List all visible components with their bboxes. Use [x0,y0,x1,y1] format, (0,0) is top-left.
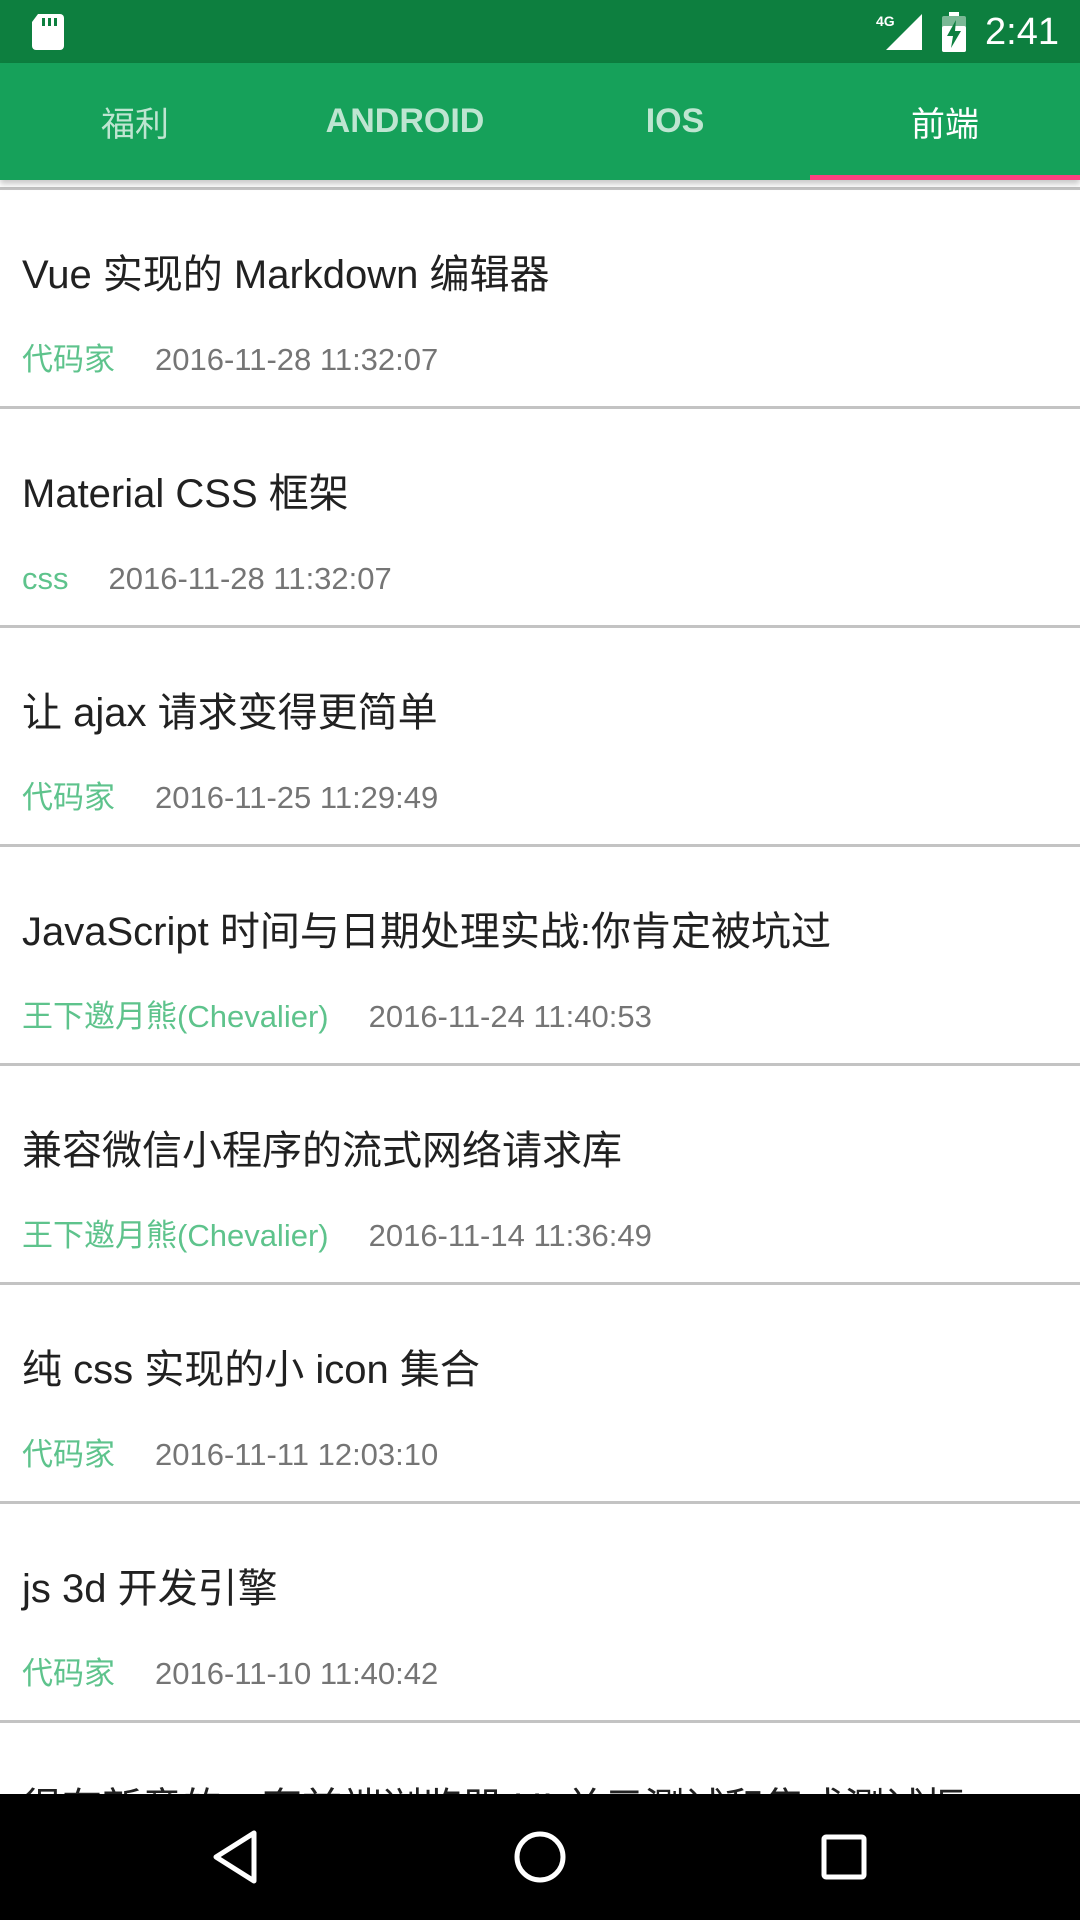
list-item[interactable]: Vue 实现的 Markdown 编辑器 代码家 2016-11-28 11:32… [0,190,1080,409]
item-title: JavaScript 时间与日期处理实战:你肯定被坑过 [22,910,831,954]
battery-charging-icon [942,12,966,52]
item-author: 代码家 [22,780,115,815]
item-author: 王下邀月熊(Chevalier) [22,1218,329,1253]
item-date: 2016-11-11 12:03:10 [155,1437,439,1472]
item-title: 让 ajax 请求变得更简单 [22,691,438,735]
tab-ios[interactable]: IOS [540,63,810,180]
tab-label: ANDROID [325,102,485,140]
item-title: Material CSS 框架 [22,472,349,516]
item-meta: 代码家 2016-11-11 12:03:10 [22,1435,438,1475]
tab-selected-indicator [810,175,1080,180]
item-meta: 代码家 2016-11-10 11:40:42 [22,1654,438,1694]
item-meta: css 2016-11-28 11:32:07 [22,559,392,599]
list-item[interactable]: js 3d 开发引擎 代码家 2016-11-10 11:40:42 [0,1504,1080,1723]
tab-frontend[interactable]: 前端 [810,63,1080,180]
item-title: js 3d 开发引擎 [22,1567,278,1611]
item-meta: 王下邀月熊(Chevalier) 2016-11-14 11:36:49 [22,1216,652,1256]
item-meta: 王下邀月熊(Chevalier) 2016-11-24 11:40:53 [22,997,652,1037]
item-date: 2016-11-28 11:32:07 [108,561,392,596]
tab-label: 福利 [101,106,169,144]
item-date: 2016-11-28 11:32:07 [155,342,439,377]
item-meta: 代码家 2016-11-28 11:32:07 [22,340,438,380]
item-author: css [22,561,69,596]
tab-bar: 福利 ANDROID IOS 前端 [0,63,1080,180]
item-author: 代码家 [22,1437,115,1472]
item-meta: 代码家 2016-11-25 11:29:49 [22,778,438,818]
recent-apps-icon[interactable] [814,1827,874,1887]
list-item[interactable]: 让 ajax 请求变得更简单 代码家 2016-11-25 11:29:49 [0,628,1080,847]
item-date: 2016-11-10 11:40:42 [155,1656,439,1691]
network-type-label: 4G [876,13,895,29]
item-date: 2016-11-24 11:40:53 [368,999,652,1034]
item-title: 兼容微信小程序的流式网络请求库 [22,1129,622,1173]
tab-android[interactable]: ANDROID [270,63,540,180]
home-icon[interactable] [510,1827,570,1887]
list-item[interactable]: Material CSS 框架 css 2016-11-28 11:32:07 [0,409,1080,628]
item-author: 王下邀月熊(Chevalier) [22,999,329,1034]
sd-card-icon [32,14,64,50]
item-author: 代码家 [22,1656,115,1691]
item-author: 代码家 [22,342,115,377]
tab-label: IOS [645,102,705,140]
screen: 4G 2:41 福利 ANDROID IOS 前端 Vue 实现的 Markdo [0,0,1080,1920]
item-title: 纯 css 实现的小 icon 集合 [22,1348,480,1392]
item-title: 很有新意的一套前端浏览器 UI 单元测试和集成测试框 [22,1783,964,1794]
navigation-bar [0,1794,1080,1920]
item-date: 2016-11-25 11:29:49 [155,780,439,815]
tab-label: 前端 [911,106,979,144]
tab-fuli[interactable]: 福利 [0,63,270,180]
back-icon[interactable] [206,1827,266,1887]
list-item[interactable]: 很有新意的一套前端浏览器 UI 单元测试和集成测试框 [0,1723,1080,1794]
status-bar: 4G 2:41 [0,0,1080,63]
list-item[interactable]: 纯 css 实现的小 icon 集合 代码家 2016-11-11 12:03:1… [0,1285,1080,1504]
signal-4g-icon: 4G [876,13,922,50]
status-clock: 2:41 [985,11,1059,53]
list-item[interactable]: 兼容微信小程序的流式网络请求库 王下邀月熊(Chevalier) 2016-11-… [0,1066,1080,1285]
list-item[interactable]: JavaScript 时间与日期处理实战:你肯定被坑过 王下邀月熊(Cheval… [0,847,1080,1066]
item-date: 2016-11-14 11:36:49 [368,1218,652,1253]
article-list[interactable]: Vue 实现的 Markdown 编辑器 代码家 2016-11-28 11:32… [0,180,1080,1794]
item-title: Vue 实现的 Markdown 编辑器 [22,253,550,297]
